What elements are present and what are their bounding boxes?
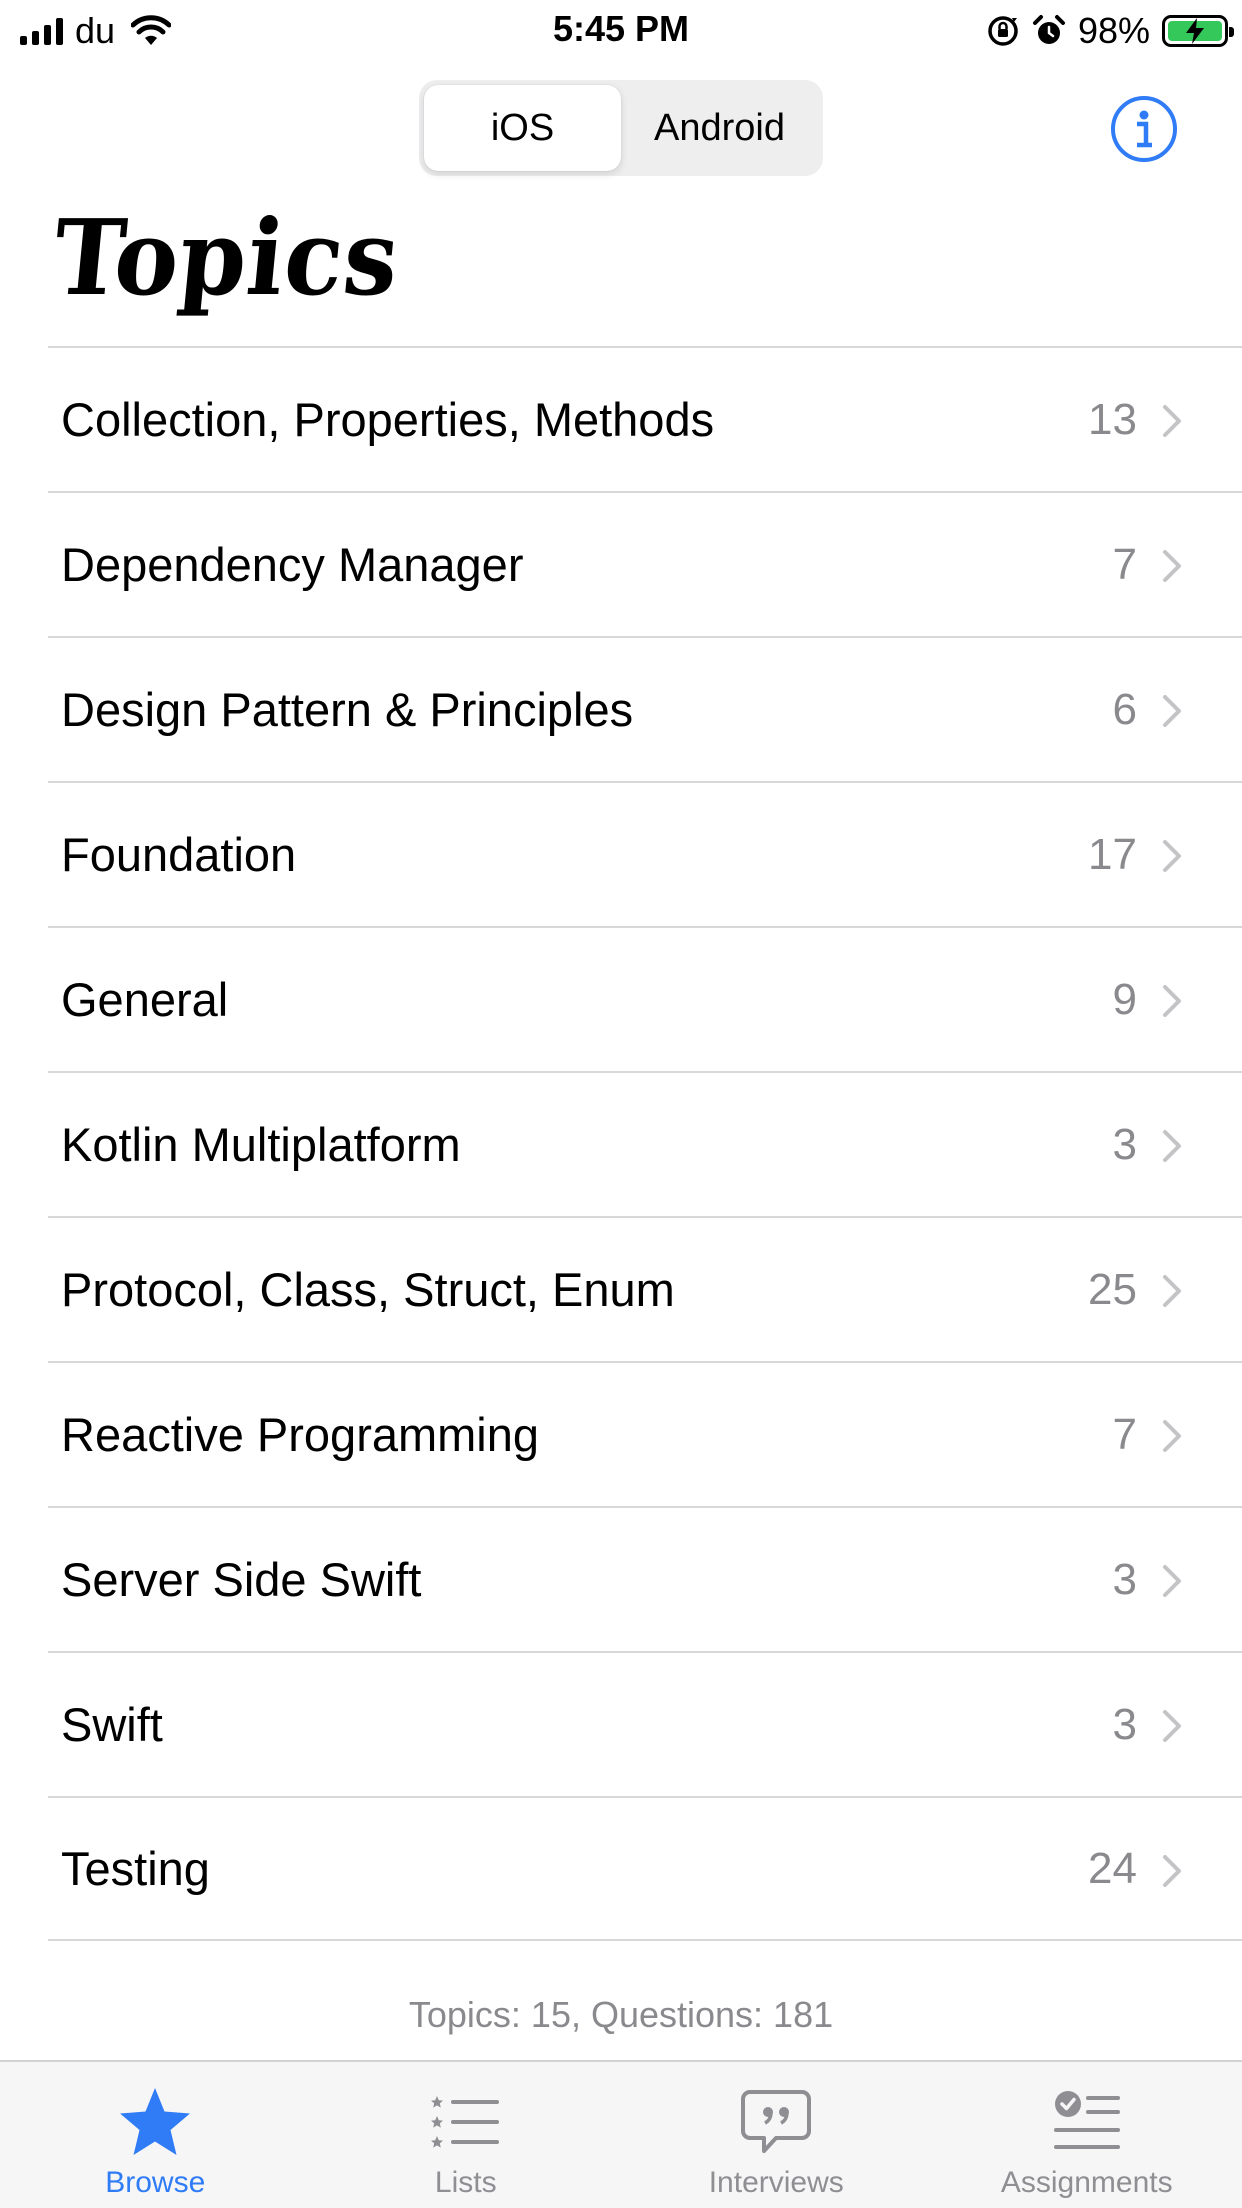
chevron-right-icon (1163, 1275, 1181, 1307)
topic-row[interactable]: Foundation 17 (48, 781, 1242, 926)
chevron-right-icon (1163, 985, 1181, 1017)
topic-row[interactable]: Server Side Swift 3 (48, 1506, 1242, 1651)
chevron-right-icon (1163, 840, 1181, 872)
tab-assignments[interactable]: Assignments (932, 2062, 1242, 2208)
star-icon (115, 2084, 195, 2160)
topic-row[interactable]: Swift 3 (48, 1651, 1242, 1796)
chevron-right-icon (1163, 1420, 1181, 1452)
topic-row[interactable]: Testing 24 (48, 1796, 1242, 1941)
topic-count: 9 (1112, 974, 1137, 1024)
topic-label: Kotlin Multiplatform (61, 1118, 461, 1171)
status-bar: du 5:45 PM 98% (0, 0, 1242, 62)
topic-label: Protocol, Class, Struct, Enum (61, 1263, 675, 1316)
topic-count: 3 (1112, 1554, 1137, 1604)
info-icon[interactable] (1110, 95, 1178, 163)
topic-label: Reactive Programming (61, 1408, 540, 1461)
tab-browse[interactable]: Browse (0, 2062, 311, 2208)
topic-row[interactable]: Kotlin Multiplatform 3 (48, 1071, 1242, 1216)
segment-android[interactable]: Android (621, 85, 818, 171)
tab-label: Assignments (1000, 2166, 1173, 2199)
tab-label: Interviews (708, 2166, 844, 2199)
tab-bar: Browse Lists Interviews Assignments (0, 2060, 1242, 2208)
topic-label: Foundation (61, 828, 297, 881)
status-right: 98% (986, 10, 1234, 52)
topic-count: 7 (1112, 539, 1137, 589)
topic-row[interactable]: Protocol, Class, Struct, Enum 25 (48, 1216, 1242, 1361)
topic-count: 25 (1088, 1264, 1137, 1314)
page-title: Topics (48, 196, 405, 319)
topic-row[interactable]: General 9 (48, 926, 1242, 1071)
chevron-right-icon (1163, 1130, 1181, 1162)
battery-icon (1162, 15, 1234, 47)
topic-count: 7 (1112, 1409, 1137, 1459)
topic-label: Design Pattern & Principles (61, 683, 634, 736)
topic-count: 17 (1088, 829, 1137, 879)
list-icon (426, 2084, 506, 2160)
topic-label: Swift (61, 1698, 163, 1751)
tab-label: Lists (434, 2166, 497, 2199)
tab-lists[interactable]: Lists (311, 2062, 622, 2208)
topic-label: Collection, Properties, Methods (61, 393, 715, 446)
tab-label: Browse (105, 2166, 206, 2199)
topic-label: Server Side Swift (61, 1553, 422, 1606)
alarm-icon (1032, 15, 1065, 44)
chevron-right-icon (1163, 405, 1181, 437)
battery-percentage: 98% (1077, 10, 1150, 51)
chevron-right-icon (1163, 1855, 1181, 1887)
chevron-right-icon (1163, 550, 1181, 582)
topic-label: Dependency Manager (61, 538, 524, 591)
topics-summary: Topics: 15, Questions: 181 (408, 1994, 834, 2035)
topic-count: 3 (1112, 1119, 1137, 1169)
topic-count: 6 (1112, 684, 1137, 734)
platform-segmented-control[interactable]: iOS Android (419, 80, 823, 176)
segment-ios[interactable]: iOS (424, 85, 621, 171)
chevron-right-icon (1163, 1710, 1181, 1742)
topic-label: Testing (61, 1842, 210, 1895)
topic-count: 13 (1088, 394, 1137, 444)
topic-list: Collection, Properties, Methods 13 Depen… (48, 346, 1242, 1941)
orientation-lock-icon (988, 16, 1018, 46)
topic-count: 24 (1088, 1843, 1137, 1893)
chevron-right-icon (1163, 695, 1181, 727)
charging-bolt-icon (1165, 18, 1225, 44)
topic-count: 3 (1112, 1699, 1137, 1749)
topic-row[interactable]: Design Pattern & Principles 6 (48, 636, 1242, 781)
topic-label: General (61, 973, 229, 1026)
chevron-right-icon (1163, 1565, 1181, 1597)
checklist-icon (1047, 2084, 1127, 2160)
tab-interviews[interactable]: Interviews (621, 2062, 932, 2208)
topic-row[interactable]: Reactive Programming 7 (48, 1361, 1242, 1506)
quote-bubble-icon (736, 2084, 816, 2160)
topic-row[interactable]: Collection, Properties, Methods 13 (48, 346, 1242, 491)
topic-row[interactable]: Dependency Manager 7 (48, 491, 1242, 636)
